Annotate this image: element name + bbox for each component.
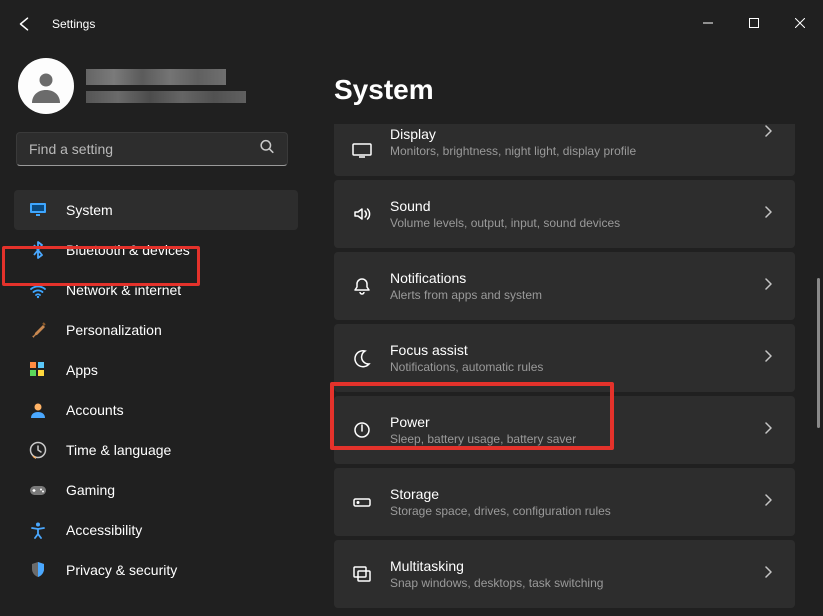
search-wrap xyxy=(16,132,288,166)
main-panel: System Display Monitors, brightness, nigh… xyxy=(308,48,823,616)
sidebar-item-accounts[interactable]: Accounts xyxy=(14,390,298,430)
sidebar-item-label: Accessibility xyxy=(66,522,142,538)
sidebar-item-label: System xyxy=(66,202,113,218)
grid-icon xyxy=(28,360,48,380)
sidebar-item-privacy-security[interactable]: Privacy & security xyxy=(14,550,298,590)
card-title: Display xyxy=(390,126,765,142)
window-title: Settings xyxy=(52,17,95,31)
settings-card-storage[interactable]: Storage Storage space, drives, configurat… xyxy=(334,468,795,536)
search-icon xyxy=(260,140,274,159)
chevron-right-icon xyxy=(765,124,773,142)
multitask-icon xyxy=(334,564,390,584)
sidebar-item-label: Network & internet xyxy=(66,282,181,298)
card-subtitle: Monitors, brightness, night light, displ… xyxy=(390,144,765,158)
chevron-right-icon xyxy=(765,421,773,439)
card-title: Storage xyxy=(390,486,765,502)
sidebar-item-system[interactable]: System xyxy=(14,190,298,230)
settings-card-power[interactable]: Power Sleep, battery usage, battery saver xyxy=(334,396,795,464)
account-header[interactable] xyxy=(18,58,298,114)
sidebar-item-time-language[interactable]: Time & language xyxy=(14,430,298,470)
card-subtitle: Alerts from apps and system xyxy=(390,288,765,302)
chevron-right-icon xyxy=(765,565,773,583)
card-title: Focus assist xyxy=(390,342,765,358)
settings-card-multitasking[interactable]: Multitasking Snap windows, desktops, task… xyxy=(334,540,795,608)
avatar xyxy=(18,58,74,114)
sidebar: System Bluetooth & devices Network & inter… xyxy=(0,48,308,616)
titlebar: Settings xyxy=(0,0,823,48)
settings-card-display[interactable]: Display Monitors, brightness, night light… xyxy=(334,124,795,176)
nav-list: System Bluetooth & devices Network & inter… xyxy=(14,190,298,590)
sidebar-item-label: Apps xyxy=(66,362,98,378)
person-icon xyxy=(28,400,48,420)
card-title: Multitasking xyxy=(390,558,765,574)
card-subtitle: Volume levels, output, input, sound devi… xyxy=(390,216,765,230)
back-button[interactable] xyxy=(18,18,30,30)
minimize-button[interactable] xyxy=(685,0,731,46)
window-controls xyxy=(685,0,823,48)
card-title: Notifications xyxy=(390,270,765,286)
search-input[interactable] xyxy=(16,132,288,166)
clock-icon xyxy=(28,440,48,460)
sidebar-item-label: Personalization xyxy=(66,322,162,338)
close-button[interactable] xyxy=(777,0,823,46)
sidebar-item-label: Accounts xyxy=(66,402,124,418)
shield-icon xyxy=(28,560,48,580)
sidebar-item-personalization[interactable]: Personalization xyxy=(14,310,298,350)
wifi-icon xyxy=(28,280,48,300)
accessibility-icon xyxy=(28,520,48,540)
sidebar-item-label: Bluetooth & devices xyxy=(66,242,190,258)
card-subtitle: Storage space, drives, configuration rul… xyxy=(390,504,765,518)
sound-icon xyxy=(334,204,390,224)
chevron-right-icon xyxy=(765,493,773,511)
settings-card-list: Display Monitors, brightness, night light… xyxy=(334,124,823,608)
sidebar-item-accessibility[interactable]: Accessibility xyxy=(14,510,298,550)
card-subtitle: Snap windows, desktops, task switching xyxy=(390,576,765,590)
page-title: System xyxy=(334,74,823,106)
brush-icon xyxy=(28,320,48,340)
settings-card-focus-assist[interactable]: Focus assist Notifications, automatic rul… xyxy=(334,324,795,392)
sidebar-item-label: Gaming xyxy=(66,482,115,498)
sidebar-item-apps[interactable]: Apps xyxy=(14,350,298,390)
moon-icon xyxy=(334,348,390,368)
sidebar-item-label: Time & language xyxy=(66,442,171,458)
maximize-button[interactable] xyxy=(731,0,777,46)
bell-icon xyxy=(334,276,390,296)
chevron-right-icon xyxy=(765,205,773,223)
sidebar-item-gaming[interactable]: Gaming xyxy=(14,470,298,510)
chevron-right-icon xyxy=(765,349,773,367)
drive-icon xyxy=(334,492,390,512)
monitor-icon xyxy=(28,200,48,220)
settings-card-sound[interactable]: Sound Volume levels, output, input, sound… xyxy=(334,180,795,248)
chevron-right-icon xyxy=(765,277,773,295)
account-name-redacted xyxy=(86,69,246,103)
display-icon xyxy=(334,124,390,176)
card-subtitle: Sleep, battery usage, battery saver xyxy=(390,432,765,446)
card-title: Sound xyxy=(390,198,765,214)
sidebar-item-network-internet[interactable]: Network & internet xyxy=(14,270,298,310)
bluetooth-icon xyxy=(28,240,48,260)
sidebar-item-bluetooth-devices[interactable]: Bluetooth & devices xyxy=(14,230,298,270)
power-icon xyxy=(334,420,390,440)
settings-card-notifications[interactable]: Notifications Alerts from apps and system xyxy=(334,252,795,320)
card-title: Power xyxy=(390,414,765,430)
gamepad-icon xyxy=(28,480,48,500)
card-subtitle: Notifications, automatic rules xyxy=(390,360,765,374)
sidebar-item-label: Privacy & security xyxy=(66,562,177,578)
